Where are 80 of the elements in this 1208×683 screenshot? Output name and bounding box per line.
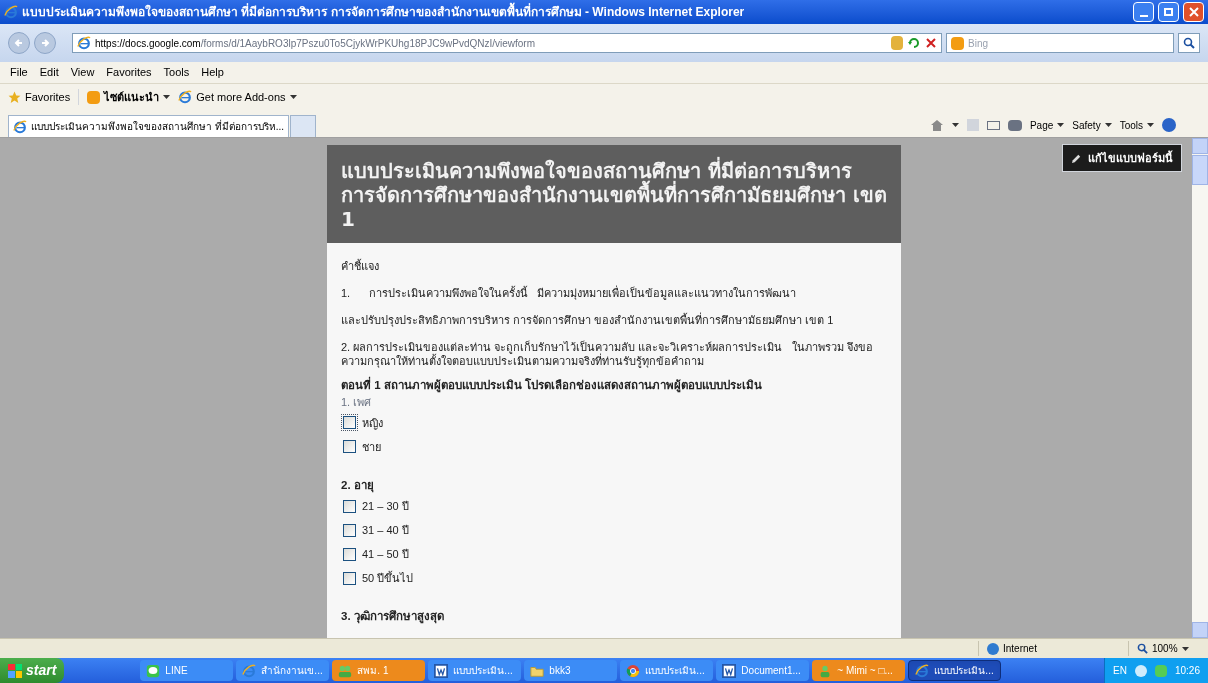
scrollbar[interactable] [1192, 138, 1208, 638]
refresh-icon[interactable] [907, 36, 921, 50]
close-icon [1188, 7, 1199, 17]
security-zone: Internet [978, 641, 1128, 656]
caret-icon [1147, 123, 1154, 127]
question-label: 2. อายุ [341, 477, 375, 494]
tray-icon[interactable] [1134, 664, 1147, 677]
back-arrow-icon [14, 38, 24, 48]
option-label: 21 – 30 ปี [362, 498, 409, 514]
section-heading: ตอนที่ 1 สถานภาพผู้ตอบแบบประเมิน โปรดเลือกช่องแสดงสถานภาพผู้ตอบแบบประเมิน [341, 377, 887, 395]
browser-tab[interactable]: แบบประเมินความพึงพอใจของสถานศึกษา ที่มีต่อการบริห... [8, 115, 290, 137]
back-button[interactable] [8, 32, 30, 54]
edit-form-button[interactable]: แก้ไขแบบฟอร์มนี้ [1062, 144, 1182, 172]
menu-item[interactable]: File [4, 64, 34, 81]
checkbox[interactable] [343, 547, 356, 561]
magnifier-icon [1137, 643, 1148, 654]
minimize-button[interactable] [1133, 2, 1154, 22]
search-icon [1183, 37, 1195, 49]
caret-icon [289, 95, 297, 99]
form-title: แบบประเมินความพึงพอใจของสถานศึกษา ที่มีต่อการบริหาร การจัดการศึกษาของสำนักงานเขตพื้นที่การศึกามัธยมศึกษา เขต 1 [341, 159, 887, 231]
close-button[interactable] [1183, 2, 1204, 22]
url-text: https://docs.google.com/forms/d/1AaybRO3lp7Pszu0To5CjykWrPKUhg18PJC9wPvdQNzI/viewform [95, 36, 536, 51]
menu-item[interactable]: Help [195, 64, 230, 81]
question-label: 3. วุฒิการศึกษาสูงสุด [341, 609, 445, 626]
zoom-level[interactable]: 100% [1128, 641, 1208, 656]
option-label: ชาย [362, 439, 381, 455]
search-button[interactable] [1178, 33, 1200, 53]
command-button[interactable]: Safety [1072, 117, 1112, 133]
ie-icon [13, 119, 27, 134]
people-icon [338, 663, 353, 678]
restore-button[interactable] [1158, 2, 1179, 22]
forward-button[interactable] [34, 32, 56, 54]
command-button[interactable]: Page [1029, 117, 1065, 133]
ie-icon [4, 5, 18, 19]
close-icon[interactable] [925, 37, 937, 49]
option-label: 50 ปีขึ้นไป [362, 570, 414, 586]
ie-icon [242, 663, 257, 678]
taskbar-button[interactable]: แบบประเมิน... [908, 660, 1002, 681]
instruction-text: 2. ผลการประเมินของแต่ละท่าน จะถูกเก็บรักษาไว้เป็นความลับ และจะวิเคราะห์ผลการประเมิน ในภาพรวม จึงขอความกรุณาให้ท่านตั้งใจตอบแบบประเมินตามความจริงที่ท่านรับรู้ทุกข้อคำถาม [341, 340, 874, 368]
browser-icon [626, 663, 641, 678]
chat-icon [146, 663, 161, 678]
forward-arrow-icon [40, 38, 50, 48]
caret-icon [951, 123, 959, 127]
ie-icon [77, 36, 91, 50]
checkbox[interactable] [343, 571, 356, 585]
instruction-text: คำชี้แจง [341, 259, 380, 273]
caret-icon [163, 95, 171, 99]
favorites-button[interactable]: Favorites [8, 88, 71, 106]
caret-icon [1057, 123, 1065, 127]
address-field[interactable]: https://docs.google.com/forms/d/1AaybRO3lp7Pszu0To5CjykWrPKUhg18PJC9wPvdQNzI/viewform [72, 33, 942, 53]
option-label: หญิง [362, 415, 383, 431]
menu-item[interactable]: View [64, 64, 101, 81]
window-title: แบบประเมินความพึงพอใจของสถานศึกษา ที่มีต่อการบริหาร การจัดการศึกษาของสำนักงานเขตพื้นที่การศึกษม - Windows Internet Explorer [22, 3, 1129, 21]
option-label: 41 – 50 ปี [362, 546, 409, 562]
checkbox[interactable] [343, 499, 356, 513]
caret-icon [1104, 123, 1112, 127]
windows-logo-icon [8, 663, 22, 678]
caret-icon [1181, 646, 1189, 651]
menu-item[interactable]: Tools [157, 64, 196, 81]
search-field[interactable]: Bing [946, 33, 1174, 53]
command-button[interactable]: Tools [1119, 117, 1154, 133]
favorites-link[interactable]: ไซต์แนะนำ [87, 88, 171, 106]
document-icon [722, 663, 737, 678]
star-icon [8, 90, 21, 104]
checkbox[interactable] [343, 440, 356, 454]
search-input[interactable]: Bing [968, 35, 1169, 51]
ie-icon [915, 663, 930, 678]
ie-icon [178, 90, 193, 104]
menu-item[interactable]: Favorites [100, 64, 158, 81]
clock: 10:26 [1174, 664, 1200, 678]
instruction-text: และปรับปรุงประสิทธิภาพการบริหาร การจัดการศึกษา ของสำนักงานเขตพื้นที่การศึกษามัธยมศึกษา เขต 1 [341, 313, 835, 327]
instruction-text: 1. การประเมินความพึงพอใจในครั้งนี้ มีความมุ่งหมายเพื่อเป็นข้อมูลและแนวทางในการพัฒนา [341, 286, 797, 300]
option-label: 31 – 40 ปี [362, 522, 409, 538]
menu-item[interactable]: Edit [33, 64, 65, 81]
document-icon [434, 663, 449, 678]
checkbox[interactable] [343, 523, 356, 537]
question-label: 1. เพศ [341, 395, 373, 411]
home-icon[interactable] [929, 118, 944, 132]
favorites-link[interactable]: Get more Add-ons [178, 88, 297, 106]
pencil-icon [1071, 152, 1082, 164]
